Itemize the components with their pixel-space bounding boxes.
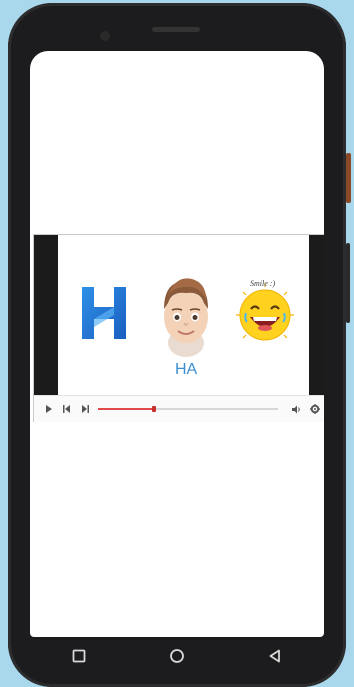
back-triangle-icon[interactable]	[255, 641, 295, 671]
video-caption: HA	[175, 361, 198, 378]
memoji-avatar-icon	[164, 278, 208, 357]
seek-bar-handle[interactable]	[151, 406, 156, 412]
front-camera-icon	[100, 31, 110, 41]
earpiece-speaker	[152, 27, 200, 32]
volume-key	[346, 153, 351, 203]
volume-icon[interactable]	[288, 400, 306, 418]
skip-back-icon[interactable]	[58, 400, 76, 418]
android-nav-bar	[30, 639, 324, 673]
seek-bar[interactable]	[98, 406, 278, 412]
play-icon[interactable]	[40, 400, 58, 418]
smile-sticker-text: Smile :)	[250, 279, 276, 288]
home-circle-icon[interactable]	[157, 641, 197, 671]
player-controls	[34, 395, 324, 422]
recents-square-icon[interactable]	[59, 641, 99, 671]
video-area[interactable]: HA Smile:)	[34, 235, 324, 395]
phone-screen: HA Smile:)	[30, 51, 324, 637]
phone-frame: HA Smile:)	[8, 3, 351, 687]
settings-icon[interactable]	[306, 400, 324, 418]
video-frame: HA Smile:)	[58, 235, 309, 395]
power-key	[346, 243, 350, 323]
skip-forward-icon[interactable]	[76, 400, 94, 418]
video-player[interactable]: HA Smile:)	[33, 234, 324, 422]
seek-bar-fill	[98, 408, 154, 410]
h-logo-icon	[82, 287, 126, 339]
